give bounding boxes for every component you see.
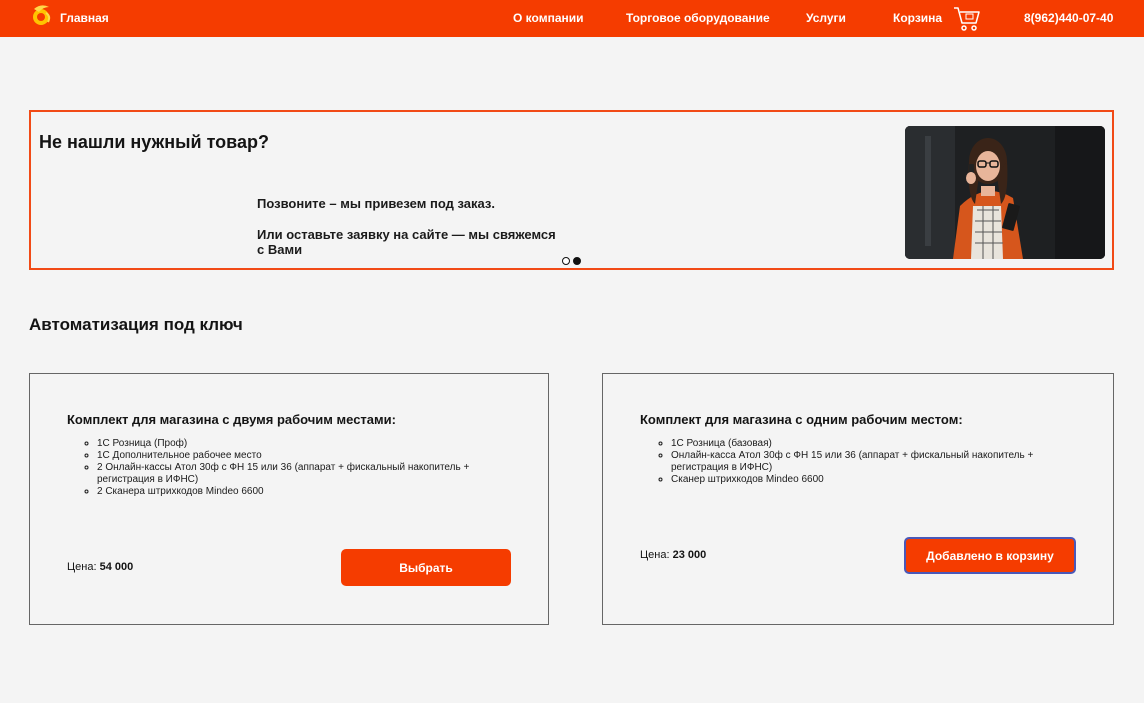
list-item: Онлайн-касса Атол 30ф с ФН 15 или 36 (ап… xyxy=(671,450,1091,474)
list-item: 2 Сканера штрихкодов Mindeo 6600 xyxy=(97,486,517,498)
banner-call-text: Позвоните – мы привезем под заказ. xyxy=(257,196,495,211)
section-title: Автоматизация под ключ xyxy=(29,315,243,334)
list-item: 1С Розница (базовая) xyxy=(671,438,1091,450)
promo-banner: Не нашли нужный товар? Позвоните – мы пр… xyxy=(29,110,1114,270)
product-card-one-workplace: Комплект для магазина с одним рабочим ме… xyxy=(602,373,1114,625)
brand-logo-icon[interactable] xyxy=(29,3,53,27)
price-value: 54 000 xyxy=(99,561,134,573)
product-card-two-workplaces: Комплект для магазина с двумя рабочим ме… xyxy=(29,373,549,625)
card-items-list: 1С Розница (Проф) 1С Дополнительное рабо… xyxy=(97,438,517,498)
card-title: Комплект для магазина с двумя рабочим ме… xyxy=(67,412,396,427)
nav-equipment-link[interactable]: Торговое оборудование xyxy=(626,11,770,25)
nav-services-link[interactable]: Услуги xyxy=(806,11,846,25)
list-item: 1С Розница (Проф) xyxy=(97,438,517,450)
site-header: Главная О компании Торговое оборудование… xyxy=(0,0,1144,37)
card-title: Комплект для магазина с одним рабочим ме… xyxy=(640,412,963,427)
shopping-cart-icon[interactable] xyxy=(952,5,982,32)
card-items-list: 1С Розница (базовая) Онлайн-касса Атол 3… xyxy=(671,438,1091,486)
phone-link[interactable]: 8(962)440-07-40 xyxy=(1024,11,1113,25)
banner-photo xyxy=(905,126,1105,259)
nav-cart-link[interactable]: Корзина xyxy=(893,11,942,25)
slider-dot-1[interactable] xyxy=(562,257,570,265)
nav-home-link[interactable]: Главная xyxy=(60,11,109,25)
select-button[interactable]: Выбрать xyxy=(341,549,511,586)
nav-about-link[interactable]: О компании xyxy=(513,11,584,25)
card-price: Цена: 23 000 xyxy=(640,549,706,561)
card-price: Цена: 54 000 xyxy=(67,561,133,573)
list-item: Сканер штрихкодов Mindeo 6600 xyxy=(671,474,1091,486)
added-to-cart-button[interactable]: Добавлено в корзину xyxy=(904,537,1076,574)
banner-title: Не нашли нужный товар? xyxy=(39,132,269,152)
banner-request-text: Или оставьте заявку на сайте — мы свяжем… xyxy=(257,227,556,257)
price-label: Цена: xyxy=(67,561,97,573)
slider-dots xyxy=(562,257,581,265)
price-value: 23 000 xyxy=(672,549,707,561)
list-item: 2 Онлайн-кассы Атол 30ф с ФН 15 или 36 (… xyxy=(97,462,517,486)
price-label: Цена: xyxy=(640,549,670,561)
slider-dot-2[interactable] xyxy=(573,257,581,265)
list-item: 1С Дополнительное рабочее место xyxy=(97,450,517,462)
